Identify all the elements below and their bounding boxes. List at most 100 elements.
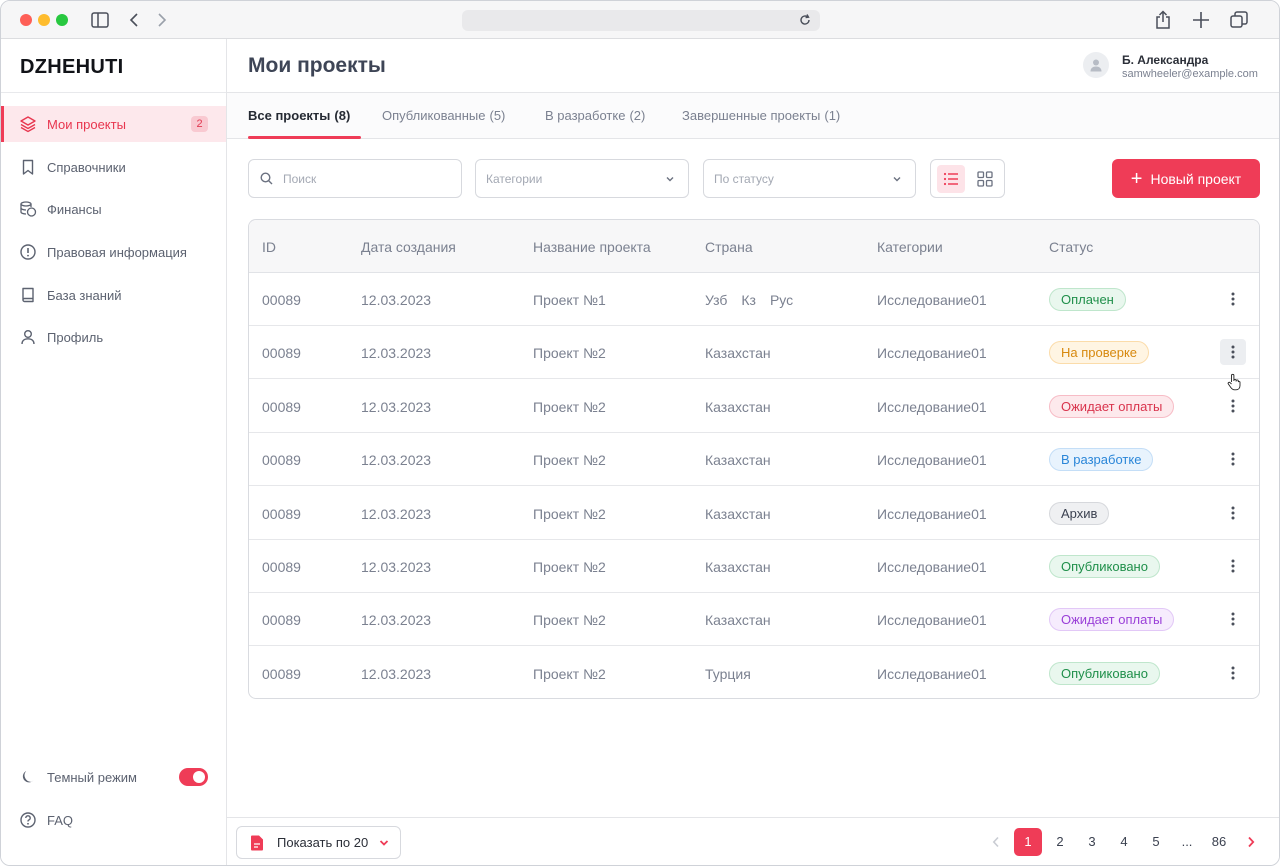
cell-country: Казахстан (705, 506, 785, 522)
view-mode-toggle (930, 159, 1005, 198)
moon-icon (19, 768, 37, 786)
column-header-id[interactable]: ID (262, 239, 276, 255)
page-button[interactable]: 4 (1110, 828, 1138, 856)
cell-project-name: Проект №1 (533, 292, 606, 308)
tab-all-projects[interactable]: Все проекты (8) (248, 108, 350, 123)
reload-icon[interactable] (798, 13, 812, 27)
avatar[interactable] (1083, 52, 1109, 78)
forward-icon[interactable] (152, 10, 172, 30)
sidebar-item-references[interactable]: Справочники (1, 149, 226, 185)
close-window-button[interactable] (20, 14, 32, 26)
sidebar: DZHEHUTI Мои проекты 2 Справочники Финан… (1, 39, 227, 865)
table-footer: Показать по 20 1 2 3 4 5... 86 (227, 817, 1279, 865)
table-row[interactable]: 00089 12.03.2023 Проект №2 Казахстан Исследо… (249, 380, 1259, 433)
sidebar-item-legal[interactable]: Правовая информация (1, 234, 226, 270)
dark-mode-label: Темный режим (47, 769, 137, 785)
column-header-name[interactable]: Название проекта (533, 239, 651, 255)
list-icon (943, 172, 958, 186)
tab-count: (2) (629, 108, 646, 123)
new-project-label: Новый проект (1150, 170, 1242, 187)
address-bar[interactable] (462, 10, 820, 31)
sidebar-item-profile[interactable]: Профиль (1, 319, 226, 355)
table-row[interactable]: 00089 12.03.2023 Проект №2 Казахстан Исследо… (249, 540, 1259, 593)
tab-published[interactable]: Опубликованные (5) (382, 108, 505, 123)
grid-view-button[interactable] (971, 165, 999, 193)
dark-mode-row: Темный режим (1, 759, 226, 795)
status-select[interactable]: По статусу (703, 159, 916, 198)
minimize-window-button[interactable] (38, 14, 50, 26)
page-button[interactable]: 1 (1014, 828, 1042, 856)
sidebar-item-label: База знаний (47, 287, 122, 303)
per-page-label: Показать по 20 (277, 835, 369, 850)
column-header-category[interactable]: Категории (877, 239, 943, 255)
cell-date: 12.03.2023 (361, 345, 432, 362)
cell-id: 00089 (262, 505, 301, 522)
sidebar-toggle-icon[interactable] (90, 10, 110, 30)
more-vertical-icon (1231, 345, 1235, 359)
new-tab-icon[interactable] (1191, 10, 1211, 30)
tab-in-development[interactable]: В разработке (2) (545, 108, 645, 123)
row-menu-button[interactable] (1220, 286, 1246, 312)
next-page-button[interactable] (1241, 828, 1261, 856)
country-code: Кз (741, 292, 756, 308)
maximize-window-button[interactable] (56, 14, 68, 26)
row-menu-button[interactable] (1220, 553, 1246, 579)
tab-label: Опубликованные (382, 108, 486, 123)
cell-id: 00089 (262, 452, 301, 469)
table-row[interactable]: 00089 12.03.2023 Проект №2 Казахстан Исследо… (249, 433, 1259, 487)
status-placeholder: По статусу (714, 171, 774, 186)
tab-label: В разработке (545, 108, 626, 123)
row-menu-button[interactable] (1220, 606, 1246, 632)
row-menu-button[interactable] (1220, 660, 1246, 686)
bookmark-icon (19, 158, 37, 176)
page-button[interactable]: 86 (1205, 828, 1233, 856)
cell-id: 00089 (262, 559, 301, 575)
cell-date: 12.03.2023 (361, 505, 432, 522)
category-select[interactable]: Категории (475, 159, 689, 198)
page-button[interactable]: 5 (1142, 828, 1170, 856)
user-icon (19, 328, 37, 346)
column-header-country[interactable]: Страна (705, 239, 753, 255)
cell-project-name: Проект №2 (533, 345, 606, 362)
list-view-button[interactable] (937, 165, 965, 193)
sidebar-item-faq[interactable]: FAQ (1, 802, 226, 838)
table-row[interactable]: 00089 12.03.2023 Проект №1 Узб Кз Рус Исследов… (249, 273, 1259, 326)
table-row[interactable]: 00089 12.03.2023 Проект №2 Казахстан Исследо… (249, 593, 1259, 647)
cell-date: 12.03.2023 (361, 398, 432, 415)
table-row[interactable]: 00089 12.03.2023 Проект №2 Казахстан Исследо… (249, 326, 1259, 380)
prev-page-button[interactable] (986, 828, 1006, 856)
cell-country: Казахстан (705, 612, 785, 628)
row-menu-button[interactable] (1220, 446, 1246, 472)
row-menu-button[interactable] (1220, 500, 1246, 526)
tab-completed[interactable]: Завершенные проекты (1) (682, 108, 840, 123)
more-vertical-icon (1231, 292, 1235, 306)
user-name[interactable]: Б. Александра (1122, 53, 1208, 67)
row-menu-button[interactable] (1220, 339, 1246, 366)
search-input[interactable]: Поиск (248, 159, 462, 198)
column-header-status[interactable]: Статус (1049, 239, 1093, 255)
country-code: Казахстан (705, 612, 771, 629)
sidebar-item-my-projects[interactable]: Мои проекты 2 (1, 106, 226, 142)
status-badge: Архив (1049, 501, 1110, 525)
brand-logo[interactable]: DZHEHUTI (20, 56, 124, 79)
sidebar-item-finance[interactable]: Финансы (1, 191, 226, 227)
per-page-select[interactable]: Показать по 20 (236, 826, 401, 859)
cell-project-name: Проект №2 (533, 452, 606, 469)
column-header-date[interactable]: Дата создания (361, 239, 456, 255)
sidebar-item-knowledge-base[interactable]: База знаний (1, 277, 226, 313)
cell-category: Исследование01 (877, 292, 987, 308)
new-project-button[interactable]: + Новый проект (1112, 159, 1260, 198)
page-button[interactable]: 2 (1046, 828, 1074, 856)
table-row[interactable]: 00089 12.03.2023 Проект №2 Казахстан Исследо… (249, 487, 1259, 540)
tabs-overview-icon[interactable] (1229, 10, 1249, 30)
cell-category: Исследование01 (877, 505, 987, 522)
share-icon[interactable] (1153, 10, 1173, 30)
more-vertical-icon (1231, 559, 1235, 573)
back-icon[interactable] (124, 10, 144, 30)
table-row[interactable]: 00089 12.03.2023 Проект №2 Турция Исследован… (249, 647, 1259, 698)
row-menu-button[interactable] (1220, 393, 1246, 419)
dark-mode-toggle[interactable] (179, 768, 208, 786)
more-vertical-icon (1231, 506, 1235, 520)
cell-category: Исследование01 (877, 612, 987, 629)
page-button[interactable]: 3 (1078, 828, 1106, 856)
